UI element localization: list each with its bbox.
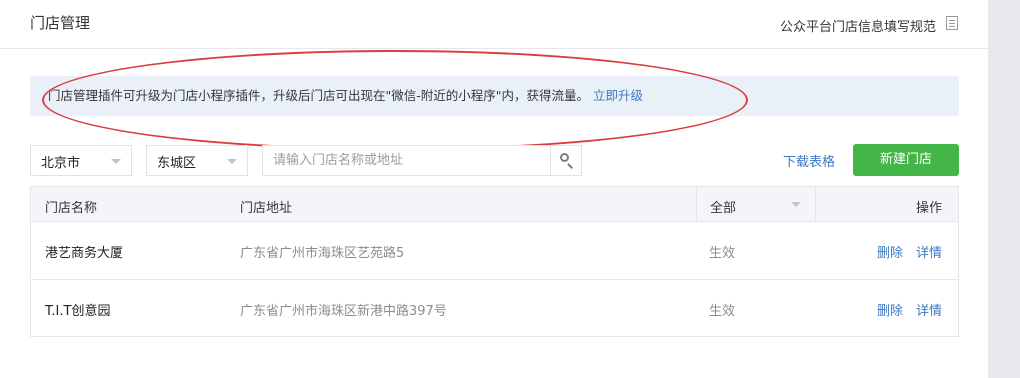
- store-address: 广东省广州市海珠区艺苑路5: [240, 246, 405, 261]
- column-header-address: 门店地址: [240, 201, 293, 216]
- chevron-down-icon: [791, 202, 801, 207]
- delete-link[interactable]: 删除: [877, 242, 903, 261]
- store-table: 门店名称 门店地址 全部 操作 港艺商务大厦 广东省广州市海珠区艺苑路5 生效 …: [30, 186, 959, 337]
- store-status: 生效: [709, 246, 736, 261]
- status-filter-value: 全部: [710, 201, 737, 216]
- district-select[interactable]: 东城区: [146, 145, 248, 176]
- detail-link[interactable]: 详情: [916, 300, 942, 319]
- upgrade-notice: 门店管理插件可升级为门店小程序插件，升级后门店可出现在"微信-附近的小程序"内，…: [30, 76, 959, 116]
- search-box: [262, 145, 582, 176]
- upgrade-link[interactable]: 立即升级: [593, 88, 643, 103]
- search-input[interactable]: [263, 146, 551, 175]
- download-table-link[interactable]: 下载表格: [783, 151, 835, 170]
- page-header: 门店管理 公众平台门店信息填写规范: [0, 0, 988, 49]
- guide-link[interactable]: 公众平台门店信息填写规范: [780, 16, 936, 35]
- chevron-down-icon: [227, 159, 237, 164]
- chevron-down-icon: [111, 159, 121, 164]
- document-icon[interactable]: [946, 16, 958, 30]
- district-select-value: 东城区: [157, 156, 197, 171]
- city-select-value: 北京市: [41, 156, 81, 171]
- store-name: 港艺商务大厦: [45, 246, 124, 261]
- store-management-page: 门店管理 公众平台门店信息填写规范 门店管理插件可升级为门店小程序插件，升级后门…: [0, 0, 988, 378]
- table-row: 港艺商务大厦 广东省广州市海珠区艺苑路5 生效 删除 详情: [31, 222, 958, 280]
- table-row: T.I.T创意园 广东省广州市海珠区新港中路397号 生效 删除 详情: [31, 280, 958, 337]
- store-status: 生效: [709, 304, 736, 319]
- column-header-actions: 操作: [915, 201, 942, 216]
- delete-link[interactable]: 删除: [877, 300, 903, 319]
- search-icon: [560, 153, 569, 162]
- search-icon-handle: [567, 163, 573, 169]
- store-address: 广东省广州市海珠区新港中路397号: [240, 304, 447, 319]
- table-header: 门店名称 门店地址 全部 操作: [31, 187, 958, 222]
- column-header-name: 门店名称: [45, 201, 98, 216]
- detail-link[interactable]: 详情: [916, 242, 942, 261]
- notice-text: 门店管理插件可升级为门店小程序插件，升级后门店可出现在"微信-附近的小程序"内，…: [48, 88, 590, 103]
- page-title: 门店管理: [30, 14, 91, 32]
- page-scrollbar[interactable]: [988, 0, 1020, 378]
- city-select[interactable]: 北京市: [30, 145, 132, 176]
- store-name: T.I.T创意园: [45, 304, 111, 319]
- search-button[interactable]: [550, 146, 581, 175]
- status-filter-dropdown[interactable]: 全部: [696, 187, 816, 221]
- new-store-button[interactable]: 新建门店: [853, 144, 959, 176]
